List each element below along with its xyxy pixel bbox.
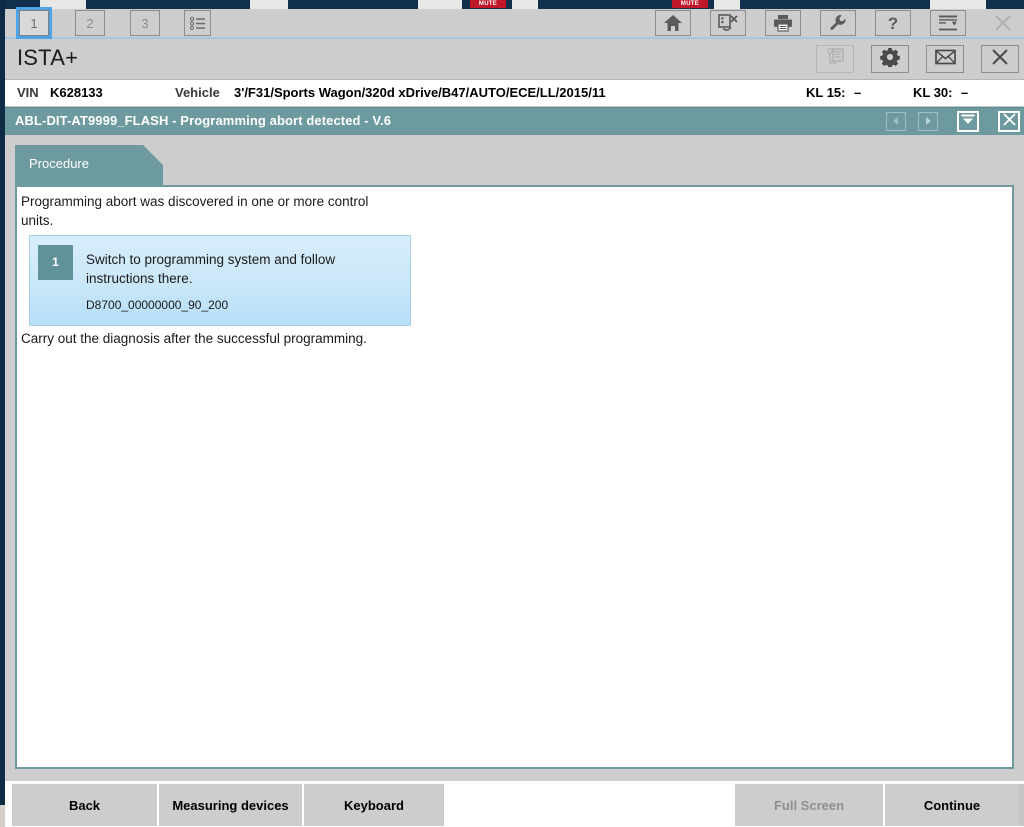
top-toolbar: 1 2 3 ? — [5, 9, 1024, 39]
screen: MUTE MUTE 1 2 3 ? ISTA+ VIN K628133 Vehi… — [0, 0, 1024, 827]
close-icon — [1002, 112, 1016, 131]
question-mark-icon: ? — [883, 14, 903, 32]
tab-procedure[interactable]: Procedure — [15, 145, 163, 185]
ista-application-window: 1 2 3 ? ISTA+ VIN K628133 Vehicle 3'/F31… — [5, 9, 1024, 827]
background-mute-badge: MUTE — [470, 0, 506, 8]
kl30-value: – — [961, 85, 969, 100]
vehicle-label: Vehicle — [175, 85, 220, 100]
step-number-badge: 1 — [38, 245, 73, 280]
footer-bar: Back Measuring devices Keyboard Full Scr… — [5, 781, 1024, 827]
continue-button[interactable]: Continue — [885, 784, 1019, 826]
previous-button[interactable] — [886, 112, 906, 131]
copy-document-icon — [826, 47, 845, 71]
mail-icon — [934, 49, 956, 70]
brand-bar: ISTA+ — [5, 39, 1024, 80]
background-mute-badge-2: MUTE — [672, 0, 708, 8]
next-button[interactable] — [918, 112, 938, 131]
vin-label: VIN — [17, 85, 39, 100]
settings-button[interactable] — [871, 45, 909, 73]
step-instruction-text: Switch to programming system and follow … — [86, 252, 336, 286]
svg-text:?: ? — [888, 14, 898, 32]
session-tab-3[interactable]: 3 — [130, 10, 160, 36]
close-icon — [993, 14, 1013, 32]
print-icon — [773, 14, 793, 32]
tab-strip: Procedure — [15, 145, 163, 185]
session-tab-1[interactable]: 1 — [19, 10, 49, 36]
app-title: ISTA+ — [17, 45, 79, 70]
footer-scroll-edge — [1019, 784, 1024, 826]
back-button[interactable]: Back — [12, 784, 157, 826]
kl15-label: KL 15: — [806, 85, 846, 100]
toolbar-close-button[interactable] — [985, 10, 1021, 36]
messages-button[interactable] — [926, 45, 964, 73]
kl30-label: KL 30: — [913, 85, 953, 100]
vehicle-value: 3'/F31/Sports Wagon/320d xDrive/B47/AUTO… — [234, 85, 606, 100]
session-tab-2[interactable]: 2 — [75, 10, 105, 36]
documents-button[interactable] — [816, 45, 854, 73]
session-tab-1-label: 1 — [30, 16, 38, 31]
vehicle-identification-icon — [718, 14, 738, 32]
export-button[interactable] — [930, 10, 966, 36]
module-title: ABL-DIT-AT9999_FLASH - Programming abort… — [15, 113, 392, 128]
wrench-icon — [828, 14, 848, 32]
step-code: D8700_00000000_90_200 — [86, 298, 229, 312]
window-close-button[interactable] — [981, 45, 1019, 73]
collapse-icon — [961, 113, 975, 131]
kl15-value: – — [854, 85, 862, 100]
background-app-strip: MUTE MUTE — [0, 0, 1024, 9]
export-icon — [938, 14, 958, 32]
session-tab-2-label: 2 — [86, 16, 94, 31]
collapse-button[interactable] — [957, 111, 979, 132]
vehicle-identification-button[interactable] — [710, 10, 746, 36]
session-tab-3-label: 3 — [141, 16, 149, 31]
home-icon — [663, 14, 683, 32]
gear-icon — [880, 47, 900, 72]
vehicle-info-bar: VIN K628133 Vehicle 3'/F31/Sports Wagon/… — [5, 80, 1024, 107]
module-title-bar: ABL-DIT-AT9999_FLASH - Programming abort… — [5, 107, 1024, 135]
tab-procedure-label: Procedure — [29, 156, 89, 171]
service-tools-button[interactable] — [820, 10, 856, 36]
intro-text: Programming abort was discovered in one … — [21, 194, 369, 228]
next-arrow-icon — [923, 113, 933, 131]
measuring-devices-button[interactable]: Measuring devices — [159, 784, 302, 826]
full-screen-button: Full Screen — [735, 784, 883, 826]
list-icon-button[interactable] — [184, 10, 211, 36]
content-panel: Programming abort was discovered in one … — [15, 185, 1014, 769]
home-button[interactable] — [655, 10, 691, 36]
outro-text: Carry out the diagnosis after the succes… — [21, 331, 367, 346]
body-area: Procedure Programming abort was discover… — [5, 135, 1024, 781]
help-button[interactable]: ? — [875, 10, 911, 36]
keyboard-button[interactable]: Keyboard — [304, 784, 444, 826]
step-card[interactable]: 1 Switch to programming system and follo… — [29, 235, 411, 326]
print-button[interactable] — [765, 10, 801, 36]
close-icon — [990, 48, 1010, 71]
previous-arrow-icon — [891, 113, 901, 131]
module-close-button[interactable] — [998, 111, 1020, 132]
vin-value: K628133 — [50, 85, 103, 100]
list-icon — [189, 16, 206, 31]
